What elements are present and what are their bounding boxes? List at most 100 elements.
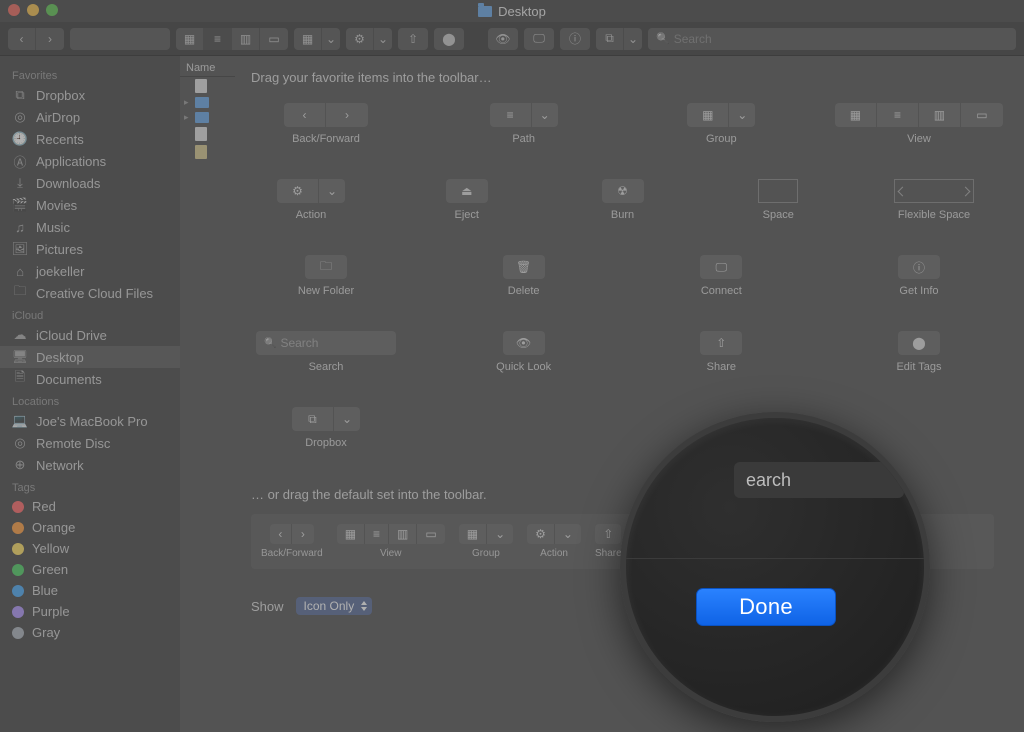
dropbox-control[interactable]: ⧉ ⌄: [596, 28, 642, 50]
dropbox-icon[interactable]: ⧉: [596, 28, 624, 50]
connect-icon[interactable]: 🖵: [524, 28, 554, 50]
sidebar-tag-yellow[interactable]: Yellow: [0, 538, 180, 559]
edit-tags-button[interactable]: ⬤: [434, 28, 464, 50]
list-item[interactable]: ▸: [180, 95, 235, 110]
toolbar-item-edit-tags[interactable]: ⬤ Edit Tags: [844, 331, 994, 381]
sidebar-item-remotedisc[interactable]: ◎Remote Disc: [0, 432, 180, 454]
toolbar-item-view[interactable]: ▦≡▥▭ View: [844, 103, 994, 153]
toolbar-items-grid-2: ⚙⌄ Action ⏏ Eject ☢ Burn Space Flexi: [251, 179, 994, 229]
quicklook-button[interactable]: 👁: [488, 28, 518, 50]
action-control[interactable]: ⚙ ⌄: [346, 28, 392, 50]
sidebar-item-applications[interactable]: ⒶApplications: [0, 150, 180, 172]
toolbar-item-connect[interactable]: 🖵 Connect: [646, 255, 796, 305]
list-item[interactable]: [180, 143, 235, 161]
share-button[interactable]: ⇧: [398, 28, 428, 50]
toolbar-item-eject[interactable]: ⏏ Eject: [407, 179, 527, 229]
sidebar-tag-green[interactable]: Green: [0, 559, 180, 580]
connect-button[interactable]: 🖵: [524, 28, 554, 50]
toolbar-item-back-forward[interactable]: ‹› Back/Forward: [251, 103, 401, 153]
sidebar-tag-gray[interactable]: Gray: [0, 622, 180, 643]
zoom-window-button[interactable]: [46, 4, 58, 16]
toolbar-search[interactable]: Search: [648, 28, 1016, 50]
toolbar-item-label: Connect: [701, 285, 742, 297]
toolbar-item-new-folder[interactable]: 🗀 New Folder: [251, 255, 401, 305]
list-item[interactable]: [180, 125, 235, 143]
toolbar-item-dropbox[interactable]: ⧉⌄ Dropbox: [251, 407, 401, 457]
toolbar-item-group[interactable]: ▦⌄ Group: [646, 103, 796, 153]
toolbar-item-action[interactable]: ⚙⌄ Action: [251, 179, 371, 229]
view-switch[interactable]: ▦ ≡ ▥ ▭: [176, 28, 288, 50]
default-action[interactable]: ⚙⌄ Action: [527, 524, 581, 559]
sidebar-item-home[interactable]: ⌂joekeller: [0, 260, 180, 282]
back-forward-control[interactable]: ‹ ›: [8, 28, 64, 50]
toolbar-item-space[interactable]: Space: [718, 179, 838, 229]
show-select[interactable]: Icon Only: [296, 597, 373, 615]
close-window-button[interactable]: [8, 4, 20, 16]
disclosure-icon[interactable]: ▸: [184, 97, 192, 108]
sidebar-item-iclouddrive[interactable]: ☁iCloud Drive: [0, 324, 180, 346]
sidebar-item-creative-cloud[interactable]: 🗀Creative Cloud Files: [0, 282, 180, 304]
gallery-view-button[interactable]: ▭: [260, 28, 288, 50]
group-control[interactable]: ▦ ⌄: [294, 28, 340, 50]
forward-button[interactable]: ›: [36, 28, 64, 50]
sidebar-item-dropbox[interactable]: ⧉Dropbox: [0, 84, 180, 106]
info-icon: ⓘ: [898, 255, 940, 279]
search-field-preview: Search: [256, 331, 396, 355]
group-icon[interactable]: ▦: [294, 28, 322, 50]
column-view-icon: ▥: [919, 103, 961, 127]
info-button[interactable]: ⓘ: [560, 28, 590, 50]
sidebar-tag-blue[interactable]: Blue: [0, 580, 180, 601]
list-header-name[interactable]: Name: [180, 60, 235, 77]
toolbar-item-label: Back/Forward: [292, 133, 360, 145]
column-view-button[interactable]: ▥: [232, 28, 260, 50]
toolbar-item-flex-space[interactable]: Flexible Space: [874, 179, 994, 229]
sidebar-item-macbook[interactable]: 💻Joe's MacBook Pro: [0, 410, 180, 432]
eye-icon[interactable]: 👁: [488, 28, 518, 50]
path-control[interactable]: [70, 28, 170, 50]
toolbar-item-delete[interactable]: 🗑 Delete: [449, 255, 599, 305]
minimize-window-button[interactable]: [27, 4, 39, 16]
sidebar-tag-red[interactable]: Red: [0, 496, 180, 517]
toolbar-item-search[interactable]: Search Search: [251, 331, 401, 381]
toolbar-item-label: Eject: [455, 209, 479, 221]
list-item[interactable]: ▸: [180, 110, 235, 125]
sidebar-item-pictures[interactable]: 🖼Pictures: [0, 238, 180, 260]
share-icon[interactable]: ⇧: [398, 28, 428, 50]
tag-icon[interactable]: ⬤: [434, 28, 464, 50]
gear-icon[interactable]: ⚙: [346, 28, 374, 50]
back-button[interactable]: ‹: [8, 28, 36, 50]
toolbar-item-getinfo[interactable]: ⓘ Get Info: [844, 255, 994, 305]
sidebar-item-movies[interactable]: 🎬Movies: [0, 194, 180, 216]
list-view-button[interactable]: ≡: [204, 28, 232, 50]
chevron-down-icon[interactable]: ⌄: [322, 28, 340, 50]
info-icon[interactable]: ⓘ: [560, 28, 590, 50]
chevron-down-icon[interactable]: ⌄: [624, 28, 642, 50]
sidebar-item-network[interactable]: ⊕Network: [0, 454, 180, 476]
chevron-down-icon[interactable]: ⌄: [374, 28, 392, 50]
disclosure-icon[interactable]: ▸: [184, 112, 192, 123]
sidebar-item-music[interactable]: ♫Music: [0, 216, 180, 238]
sidebar-item-recents[interactable]: 🕘Recents: [0, 128, 180, 150]
sidebar-item-documents[interactable]: 🗎Documents: [0, 368, 180, 390]
done-button[interactable]: Done: [696, 588, 836, 626]
default-label: View: [380, 548, 402, 559]
toolbar-item-share[interactable]: ⇧ Share: [646, 331, 796, 381]
sidebar-item-label: joekeller: [36, 264, 84, 279]
default-back-forward[interactable]: ‹› Back/Forward: [261, 524, 323, 559]
sidebar-item-desktop[interactable]: 🖥Desktop: [0, 346, 180, 368]
tag-dot-icon: [12, 522, 24, 534]
default-share[interactable]: ⇧ Share: [595, 524, 622, 559]
default-view[interactable]: ▦≡▥▭ View: [337, 524, 445, 559]
sidebar-item-downloads[interactable]: ⤓Downloads: [0, 172, 180, 194]
toolbar-item-path[interactable]: ≡⌄ Path: [449, 103, 599, 153]
default-group[interactable]: ▦⌄ Group: [459, 524, 513, 559]
sidebar-tag-orange[interactable]: Orange: [0, 517, 180, 538]
list-item[interactable]: [180, 77, 235, 95]
sidebar-tag-purple[interactable]: Purple: [0, 601, 180, 622]
icon-view-button[interactable]: ▦: [176, 28, 204, 50]
toolbar-items-grid: ‹› Back/Forward ≡⌄ Path ▦⌄ Group ▦≡▥▭ Vi…: [251, 103, 994, 153]
toolbar-item-quicklook[interactable]: 👁 Quick Look: [449, 331, 599, 381]
toolbar-item-burn[interactable]: ☢ Burn: [563, 179, 683, 229]
sidebar-item-airdrop[interactable]: ◎AirDrop: [0, 106, 180, 128]
magnified-search-fragment: earch: [746, 470, 791, 491]
